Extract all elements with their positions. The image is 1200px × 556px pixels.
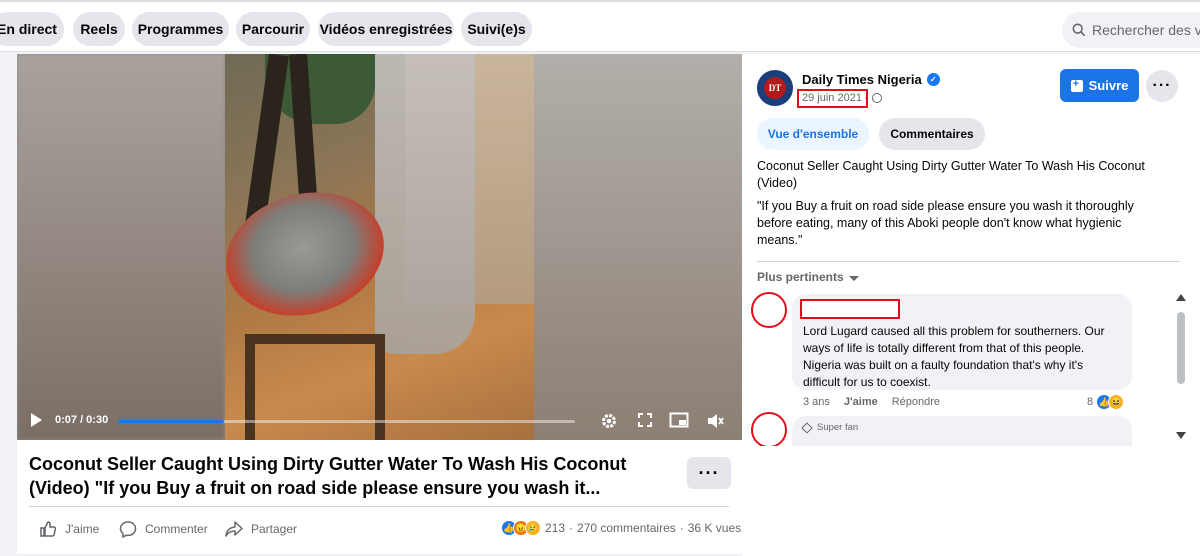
video-frame <box>225 54 534 440</box>
search-input[interactable] <box>1092 22 1200 38</box>
panel-blank-area <box>742 446 1200 556</box>
verified-badge-icon: ✓ <box>926 73 940 86</box>
comment-like-button[interactable]: J'aime <box>844 396 878 408</box>
actions-divider <box>29 506 729 507</box>
comment-label: Commenter <box>145 522 208 536</box>
fullscreen-icon[interactable] <box>636 412 654 430</box>
video-blur-right <box>534 54 742 440</box>
search-box[interactable] <box>1062 12 1200 48</box>
share-button[interactable]: Partager <box>225 519 297 539</box>
progress-track[interactable] <box>118 420 575 423</box>
settings-icon[interactable] <box>600 412 618 430</box>
page-avatar[interactable]: DT <box>757 70 793 106</box>
caption-title: Coconut Seller Caught Using Dirty Gutter… <box>757 159 1145 190</box>
globe-icon <box>871 93 882 103</box>
tab-saved-videos[interactable]: Vidéos enregistrées <box>318 12 454 46</box>
dot-separator: · <box>569 521 574 535</box>
scrollbar-thumb[interactable] <box>1177 312 1185 384</box>
tab-live[interactable]: En direct <box>0 12 64 46</box>
comment-button[interactable]: Commenter <box>119 519 208 539</box>
video-card: 0:07 / 0:30 Coconut Seller Caught Using … <box>17 54 742 554</box>
page-name[interactable]: Daily Times Nigeria <box>802 72 922 87</box>
more-icon: ··· <box>698 462 720 483</box>
comment-meta: 3 ans J'aime Répondre <box>803 396 940 408</box>
post-date[interactable]: 29 juin 2021 <box>802 92 862 104</box>
video-blur-left <box>17 54 225 440</box>
tab-browse[interactable]: Parcourir <box>236 12 310 46</box>
chevron-down-icon <box>848 275 859 281</box>
comment-bubble: Lord Lugard caused all this problem for … <box>792 294 1132 390</box>
comment-reaction-count: 8 <box>1087 396 1094 408</box>
more-icon: ··· <box>1152 77 1172 94</box>
tab-reels[interactable]: Reels <box>73 12 125 46</box>
share-label: Partager <box>251 522 298 536</box>
post-panel: DT Daily Times Nigeria ✓ 29 juin 2021 · … <box>742 54 1200 556</box>
tab-comments[interactable]: Commentaires <box>879 118 985 150</box>
like-label: J'aime <box>65 522 100 536</box>
tab-overview[interactable]: Vue d'ensemble <box>757 118 869 150</box>
view-count: 36 K vues <box>687 521 742 535</box>
more-options-button[interactable]: ··· <box>687 457 731 489</box>
red-annotation-avatar <box>751 292 787 328</box>
scroll-up-icon[interactable] <box>1176 294 1186 301</box>
miniplayer-icon[interactable] <box>668 412 690 430</box>
super-fan-label: Super fan <box>817 422 859 433</box>
sad-reaction-icon: 😢 <box>525 520 541 536</box>
red-annotation-avatar <box>751 412 787 448</box>
caption-quote: "If you Buy a fruit on road side please … <box>757 199 1134 247</box>
mute-icon[interactable] <box>706 412 724 430</box>
video-player[interactable]: 0:07 / 0:30 <box>17 54 742 440</box>
comment-count[interactable]: 270 commentaires <box>577 521 676 535</box>
page: En direct Reels Programmes Parcourir Vid… <box>0 0 1200 556</box>
sort-dropdown[interactable]: Plus pertinents <box>757 270 859 284</box>
reaction-count[interactable]: 213 <box>545 521 565 535</box>
follow-button[interactable]: Suivre <box>1060 69 1139 102</box>
super-fan-badge: Super fan <box>801 421 1121 434</box>
diamond-icon <box>801 421 813 434</box>
red-annotation-name <box>800 299 900 319</box>
comment-bubble: Super fan <box>792 416 1132 446</box>
post-more-button[interactable]: ··· <box>1146 70 1178 102</box>
caption-divider <box>757 261 1180 262</box>
search-icon <box>1072 23 1086 37</box>
comment-reactions[interactable]: 8 👍 😆 <box>1087 394 1125 410</box>
dot-separator: · <box>863 92 868 104</box>
follow-icon <box>1070 78 1083 92</box>
comment-age[interactable]: 3 ans <box>803 396 830 408</box>
comment-text: Lord Lugard caused all this problem for … <box>803 324 1105 389</box>
video-controls: 0:07 / 0:30 <box>17 402 742 440</box>
video-nav-bar: En direct Reels Programmes Parcourir Vid… <box>0 2 1200 52</box>
comments-scrollbar[interactable] <box>1174 294 1188 444</box>
share-icon <box>225 521 243 537</box>
video-title[interactable]: Coconut Seller Caught Using Dirty Gutter… <box>29 452 629 500</box>
tab-following[interactable]: Suivi(e)s <box>461 12 532 46</box>
page-name-row: Daily Times Nigeria ✓ <box>802 72 940 87</box>
like-icon <box>40 521 57 537</box>
sort-label: Plus pertinents <box>757 270 844 284</box>
comment-reply-button[interactable]: Répondre <box>892 396 940 408</box>
post-caption: Coconut Seller Caught Using Dirty Gutter… <box>757 158 1157 255</box>
comment-icon <box>119 521 137 538</box>
play-icon[interactable] <box>31 413 42 427</box>
follow-label: Suivre <box>1088 78 1129 93</box>
post-date-row: 29 juin 2021 · <box>802 92 882 104</box>
haha-reaction-icon: 😆 <box>1108 394 1125 410</box>
like-button[interactable]: J'aime <box>39 519 99 539</box>
page-logo-icon: DT <box>764 77 786 99</box>
frame-cloth <box>375 54 475 354</box>
dot-separator: · <box>679 521 684 535</box>
progress-fill <box>118 420 225 423</box>
video-time: 0:07 / 0:30 <box>55 414 109 426</box>
scroll-down-icon[interactable] <box>1176 432 1186 439</box>
tab-programmes[interactable]: Programmes <box>132 12 229 46</box>
video-stats: 👍 😠 😢 213 · 270 commentaires · 36 K vues <box>501 520 741 536</box>
